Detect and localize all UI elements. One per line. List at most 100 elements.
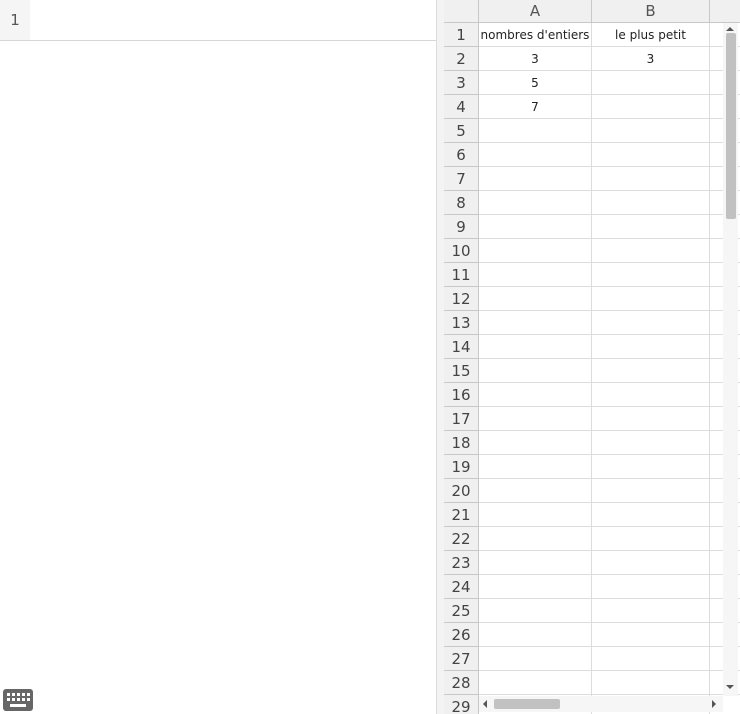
scroll-left-arrow-icon[interactable] — [483, 700, 487, 708]
spreadsheet-cell[interactable]: 5 — [479, 71, 592, 95]
spreadsheet-cell[interactable] — [592, 527, 710, 551]
spreadsheet-cell[interactable] — [479, 359, 592, 383]
algebra-input-row[interactable]: 1 — [0, 0, 436, 41]
spreadsheet-cell[interactable] — [479, 191, 592, 215]
spreadsheet-cell[interactable] — [592, 407, 710, 431]
spreadsheet-cell[interactable] — [592, 143, 710, 167]
scroll-right-arrow-icon[interactable] — [712, 700, 716, 708]
row-header[interactable]: 6 — [444, 143, 479, 167]
spreadsheet-cell[interactable] — [479, 647, 592, 671]
spreadsheet-cell[interactable] — [479, 335, 592, 359]
row-header[interactable]: 18 — [444, 431, 479, 455]
spreadsheet-cell[interactable] — [592, 431, 710, 455]
spreadsheet-cell[interactable]: 7 — [479, 95, 592, 119]
row-header[interactable]: 24 — [444, 575, 479, 599]
spreadsheet-cell[interactable] — [479, 239, 592, 263]
spreadsheet-cell[interactable] — [479, 143, 592, 167]
spreadsheet-cell[interactable] — [479, 671, 592, 695]
row-header[interactable]: 19 — [444, 455, 479, 479]
spreadsheet-cell[interactable] — [479, 167, 592, 191]
spreadsheet-cell[interactable] — [479, 407, 592, 431]
spreadsheet-cell[interactable] — [592, 359, 710, 383]
spreadsheet-cell[interactable] — [479, 455, 592, 479]
row-header[interactable]: 3 — [444, 71, 479, 95]
spreadsheet-cell[interactable] — [592, 167, 710, 191]
row-header[interactable]: 10 — [444, 239, 479, 263]
row-header[interactable]: 13 — [444, 311, 479, 335]
spreadsheet-cell[interactable] — [479, 311, 592, 335]
spreadsheet-cell[interactable] — [592, 383, 710, 407]
spreadsheet-cell[interactable] — [592, 575, 710, 599]
row-header[interactable]: 8 — [444, 191, 479, 215]
row-header[interactable]: 26 — [444, 623, 479, 647]
spreadsheet-cell[interactable] — [592, 239, 710, 263]
spreadsheet-cell[interactable] — [479, 287, 592, 311]
spreadsheet-cell[interactable] — [592, 95, 710, 119]
spreadsheet-cell[interactable] — [592, 287, 710, 311]
row-header[interactable]: 16 — [444, 383, 479, 407]
spreadsheet-cell[interactable]: 3 — [479, 47, 592, 71]
spreadsheet-cell[interactable] — [479, 263, 592, 287]
spreadsheet-cell[interactable] — [479, 599, 592, 623]
column-header-a[interactable]: A — [479, 0, 592, 23]
spreadsheet-cell[interactable] — [479, 479, 592, 503]
row-header[interactable]: 21 — [444, 503, 479, 527]
spreadsheet-cell[interactable] — [592, 335, 710, 359]
horizontal-scrollbar[interactable] — [479, 696, 723, 712]
column-header-c[interactable] — [710, 0, 740, 23]
spreadsheet-cell[interactable] — [592, 71, 710, 95]
spreadsheet-cell[interactable] — [479, 527, 592, 551]
spreadsheet-cell[interactable] — [479, 383, 592, 407]
spreadsheet-cell[interactable] — [592, 455, 710, 479]
horizontal-scroll-thumb[interactable] — [494, 699, 560, 709]
row-header[interactable]: 11 — [444, 263, 479, 287]
spreadsheet-cell[interactable]: le plus petit — [592, 23, 710, 47]
row-header[interactable]: 25 — [444, 599, 479, 623]
row-header[interactable]: 14 — [444, 335, 479, 359]
spreadsheet-cell[interactable] — [479, 623, 592, 647]
spreadsheet-cell[interactable] — [592, 623, 710, 647]
spreadsheet-cell[interactable] — [592, 311, 710, 335]
scroll-down-arrow-icon[interactable] — [726, 685, 734, 689]
spreadsheet-cell[interactable] — [592, 599, 710, 623]
spreadsheet-cell[interactable] — [592, 119, 710, 143]
spreadsheet-cell[interactable]: 3 — [592, 47, 710, 71]
spreadsheet-cell[interactable] — [479, 215, 592, 239]
spreadsheet-cell[interactable] — [479, 575, 592, 599]
vertical-scrollbar[interactable] — [723, 23, 738, 696]
spreadsheet-cell[interactable] — [592, 263, 710, 287]
spreadsheet-cell[interactable] — [592, 503, 710, 527]
keyboard-icon[interactable] — [3, 689, 33, 711]
spreadsheet-cell[interactable] — [592, 215, 710, 239]
row-header[interactable]: 15 — [444, 359, 479, 383]
scroll-up-arrow-icon[interactable] — [726, 27, 734, 31]
spreadsheet-cell[interactable]: nombres d'entiers — [479, 23, 592, 47]
row-header[interactable]: 1 — [444, 23, 479, 47]
row-header[interactable]: 7 — [444, 167, 479, 191]
row-header[interactable]: 17 — [444, 407, 479, 431]
row-header[interactable]: 4 — [444, 95, 479, 119]
spreadsheet-cell[interactable] — [592, 647, 710, 671]
row-header[interactable]: 27 — [444, 647, 479, 671]
row-header[interactable]: 29 — [444, 695, 479, 714]
row-header[interactable]: 9 — [444, 215, 479, 239]
row-header[interactable]: 22 — [444, 527, 479, 551]
spreadsheet-cell[interactable] — [479, 503, 592, 527]
spreadsheet-cell[interactable] — [592, 671, 710, 695]
row-header[interactable]: 20 — [444, 479, 479, 503]
row-header[interactable]: 28 — [444, 671, 479, 695]
column-header-b[interactable]: B — [592, 0, 710, 23]
vertical-scroll-thumb[interactable] — [726, 33, 736, 219]
view-divider[interactable] — [436, 0, 444, 714]
spreadsheet-cell[interactable] — [479, 119, 592, 143]
row-header[interactable]: 5 — [444, 119, 479, 143]
spreadsheet-cell[interactable] — [479, 431, 592, 455]
row-header[interactable]: 12 — [444, 287, 479, 311]
spreadsheet-cell[interactable] — [592, 479, 710, 503]
spreadsheet-cell[interactable] — [592, 191, 710, 215]
spreadsheet-cell[interactable] — [592, 551, 710, 575]
row-header[interactable]: 2 — [444, 47, 479, 71]
select-all-corner[interactable] — [444, 0, 479, 23]
algebra-input-field[interactable] — [30, 0, 436, 40]
row-header[interactable]: 23 — [444, 551, 479, 575]
